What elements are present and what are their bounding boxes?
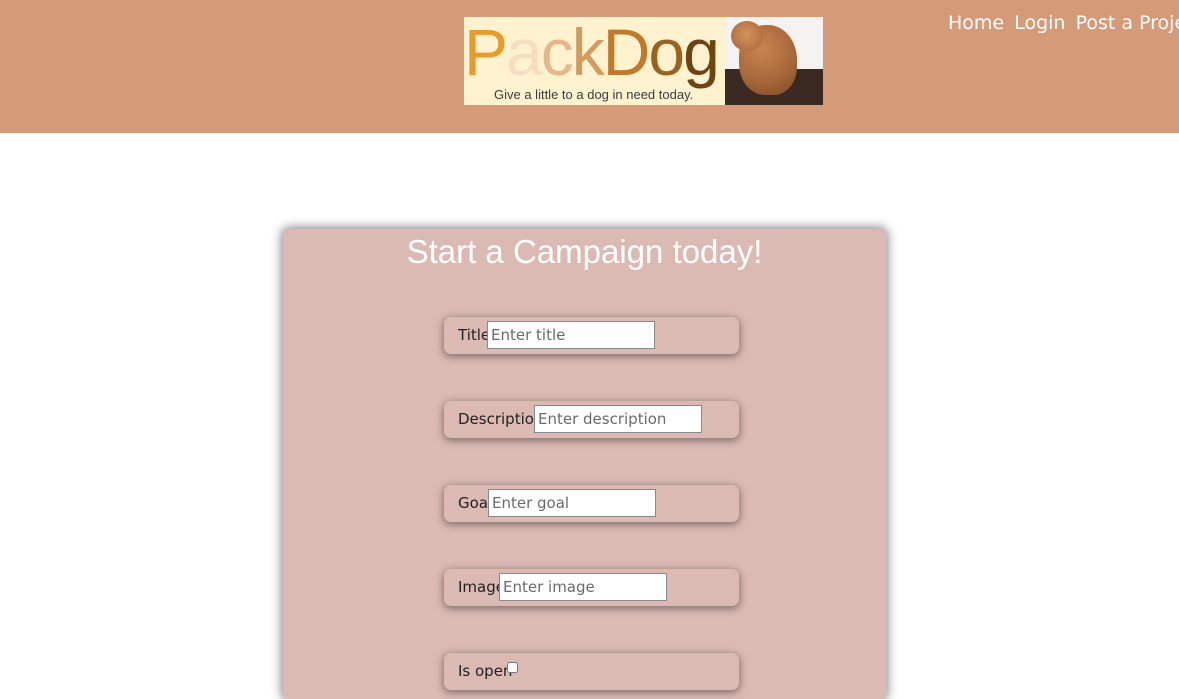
logo-wordmark: PackDog	[464, 17, 720, 89]
goal-input[interactable]	[488, 489, 656, 517]
is-open-checkbox[interactable]	[507, 662, 518, 673]
campaign-form-card: Start a Campaign today! Title Descriptio…	[283, 229, 886, 699]
title-input[interactable]	[487, 321, 655, 349]
title-field-row: Title	[444, 317, 739, 354]
is-open-field-row: Is open	[444, 653, 739, 690]
packdog-logo[interactable]: PackDog Give a little to a dog in need t…	[464, 17, 823, 105]
nav-login-link[interactable]: Login	[1014, 12, 1065, 34]
main-nav: Home Login Post a Project	[948, 11, 1179, 37]
site-header: PackDog Give a little to a dog in need t…	[0, 0, 1179, 133]
is-open-label: Is open	[458, 662, 513, 680]
dog-photo	[725, 17, 823, 105]
nav-home-link[interactable]: Home	[948, 12, 1004, 34]
image-label: Image	[458, 578, 505, 596]
form-title: Start a Campaign today!	[406, 233, 763, 270]
image-field-row: Image	[444, 569, 739, 606]
image-input[interactable]	[499, 573, 667, 601]
description-field-row: Description	[444, 401, 739, 438]
nav-post-project-link[interactable]: Post a Project	[1076, 12, 1179, 34]
goal-field-row: Goal	[444, 485, 739, 522]
dog-head	[731, 21, 763, 51]
logo-tagline: Give a little to a dog in need today.	[494, 87, 694, 102]
title-label: Title	[458, 326, 491, 344]
description-input[interactable]	[534, 405, 702, 433]
description-label: Description	[458, 410, 544, 428]
